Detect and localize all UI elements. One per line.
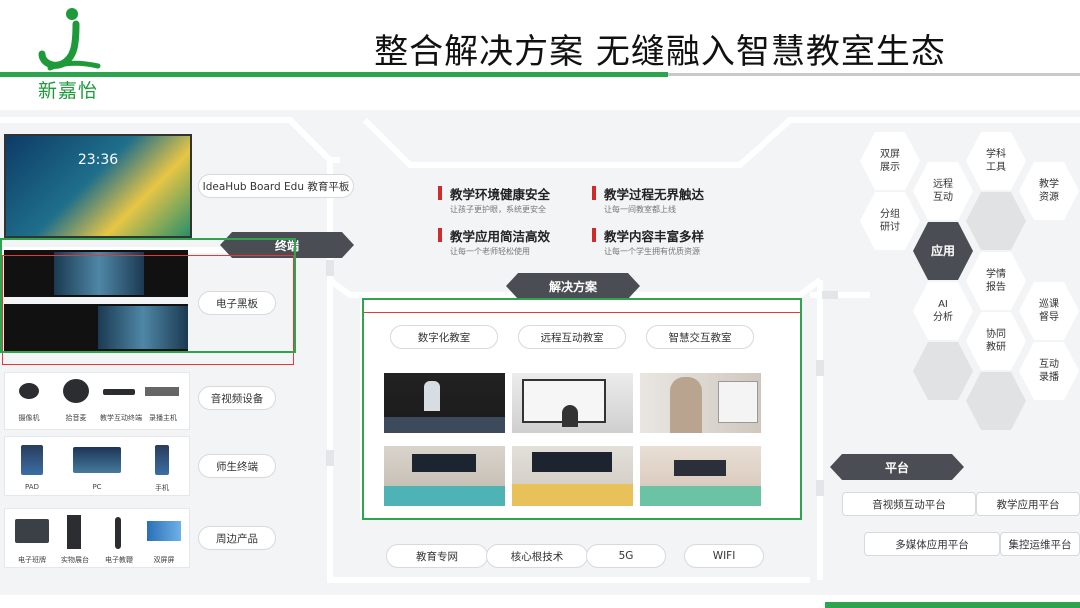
device-label: 双屏屏: [153, 556, 175, 564]
classroom-digital: 数字化教室: [390, 325, 498, 349]
recorder-icon: [145, 387, 179, 396]
classroom-photo-4: [384, 446, 505, 506]
platform-teaching: 教学应用平台: [976, 492, 1080, 516]
base-5g: 5G: [586, 544, 666, 568]
classroom-remote: 远程互动教室: [518, 325, 626, 349]
camera-icon: [19, 383, 39, 399]
desks-row: [640, 486, 761, 506]
edu-board-image: 23:36: [4, 134, 192, 238]
av-devices-card: 摄像机 拾音麦 教学互动终端 录播主机: [4, 372, 190, 430]
classroom-photo-6: [640, 446, 761, 506]
header-divider-green: [0, 72, 668, 77]
device-label: 实物展台: [61, 556, 89, 564]
dual-screen-icon: [147, 521, 181, 541]
device-label: 摄像机: [18, 414, 40, 422]
pointer-icon: [115, 517, 121, 549]
presenter-figure: [670, 377, 702, 433]
logo-text: 新嘉怡: [37, 80, 98, 102]
device-label: 教学互动终端: [100, 414, 142, 422]
blackboard-label: 电子黑板: [198, 291, 276, 315]
footer-accent-bar: [825, 602, 1080, 608]
class-board-icon: [15, 519, 49, 543]
phone-icon: [155, 445, 169, 475]
teacher-figure: [424, 381, 440, 411]
classroom-smart: 智慧交互教室: [646, 325, 754, 349]
header: 新嘉怡 整合解决方案 无缝融入智慧教室生态: [0, 0, 1080, 110]
bullet-sub: 让孩子更护眼，系统更安全: [450, 205, 546, 214]
device-label: 电子教鞭: [105, 556, 133, 564]
bullet-sub: 让每一间教室都上线: [604, 205, 676, 214]
board-clock: 23:36: [77, 152, 119, 168]
bullet-title: 教学内容丰富多样: [591, 226, 704, 245]
document-camera-icon: [67, 515, 81, 549]
chairs-row: [512, 484, 633, 506]
pad-icon: [21, 445, 43, 475]
platform-av: 音视频互动平台: [842, 492, 976, 516]
company-logo: 新嘉怡: [28, 4, 108, 102]
teacher-devices-card: PAD PC 手机: [4, 436, 190, 496]
classroom-screen: [532, 452, 612, 472]
smart-board: [718, 381, 758, 423]
device-label: 录播主机: [149, 414, 177, 422]
product-label: IdeaHub Board Edu 教育平板: [198, 174, 354, 198]
terminal-icon: [103, 389, 135, 395]
solution-tag: 解决方案: [506, 273, 640, 299]
teacher-label: 师生终端: [198, 454, 276, 478]
digital-classroom-photo: [384, 373, 505, 433]
bullet-title: 教学应用简洁高效: [437, 226, 550, 245]
periph-label: 周边产品: [198, 526, 276, 550]
remote-classroom-photo: [512, 373, 633, 433]
platform-multimedia: 多媒体应用平台: [864, 532, 1000, 556]
platform-ops: 集控运维平台: [1000, 532, 1080, 556]
classroom-screen: [412, 454, 476, 472]
smart-classroom-photo: [640, 373, 761, 433]
device-label: PAD: [25, 483, 39, 491]
pc-icon: [73, 447, 121, 473]
classroom-screen: [674, 460, 726, 476]
bullet-title: 教学环境健康安全: [437, 184, 550, 203]
device-label: PC: [92, 483, 102, 491]
logo-icon: [38, 8, 101, 71]
device-label: 拾音麦: [65, 414, 87, 422]
header-divider-gray: [668, 73, 1080, 76]
bullet-title: 教学过程无界触达: [591, 184, 704, 203]
base-wifi: WIFI: [684, 544, 764, 568]
base-core-tech: 核心根技术: [486, 544, 588, 568]
students-row: [384, 417, 505, 433]
periph-devices-card: 电子班牌 实物展台 电子教鞭 双屏屏: [4, 508, 190, 568]
platform-tag: 平台: [830, 454, 964, 480]
student-figure: [562, 405, 578, 427]
bullet-sub: 让每一个学生拥有优质资源: [604, 247, 700, 256]
desks-row: [384, 486, 505, 506]
device-label: 电子班牌: [18, 556, 46, 564]
av-label: 音视频设备: [198, 386, 276, 410]
classroom-photo-5: [512, 446, 633, 506]
board-wallpaper: [6, 136, 190, 236]
bullet-sub: 让每一个老师轻松使用: [450, 247, 530, 256]
device-label: 手机: [155, 484, 169, 492]
microphone-icon: [63, 379, 89, 403]
base-edu-network: 教育专网: [386, 544, 488, 568]
page-title: 整合解决方案 无缝融入智慧教室生态: [374, 32, 946, 72]
